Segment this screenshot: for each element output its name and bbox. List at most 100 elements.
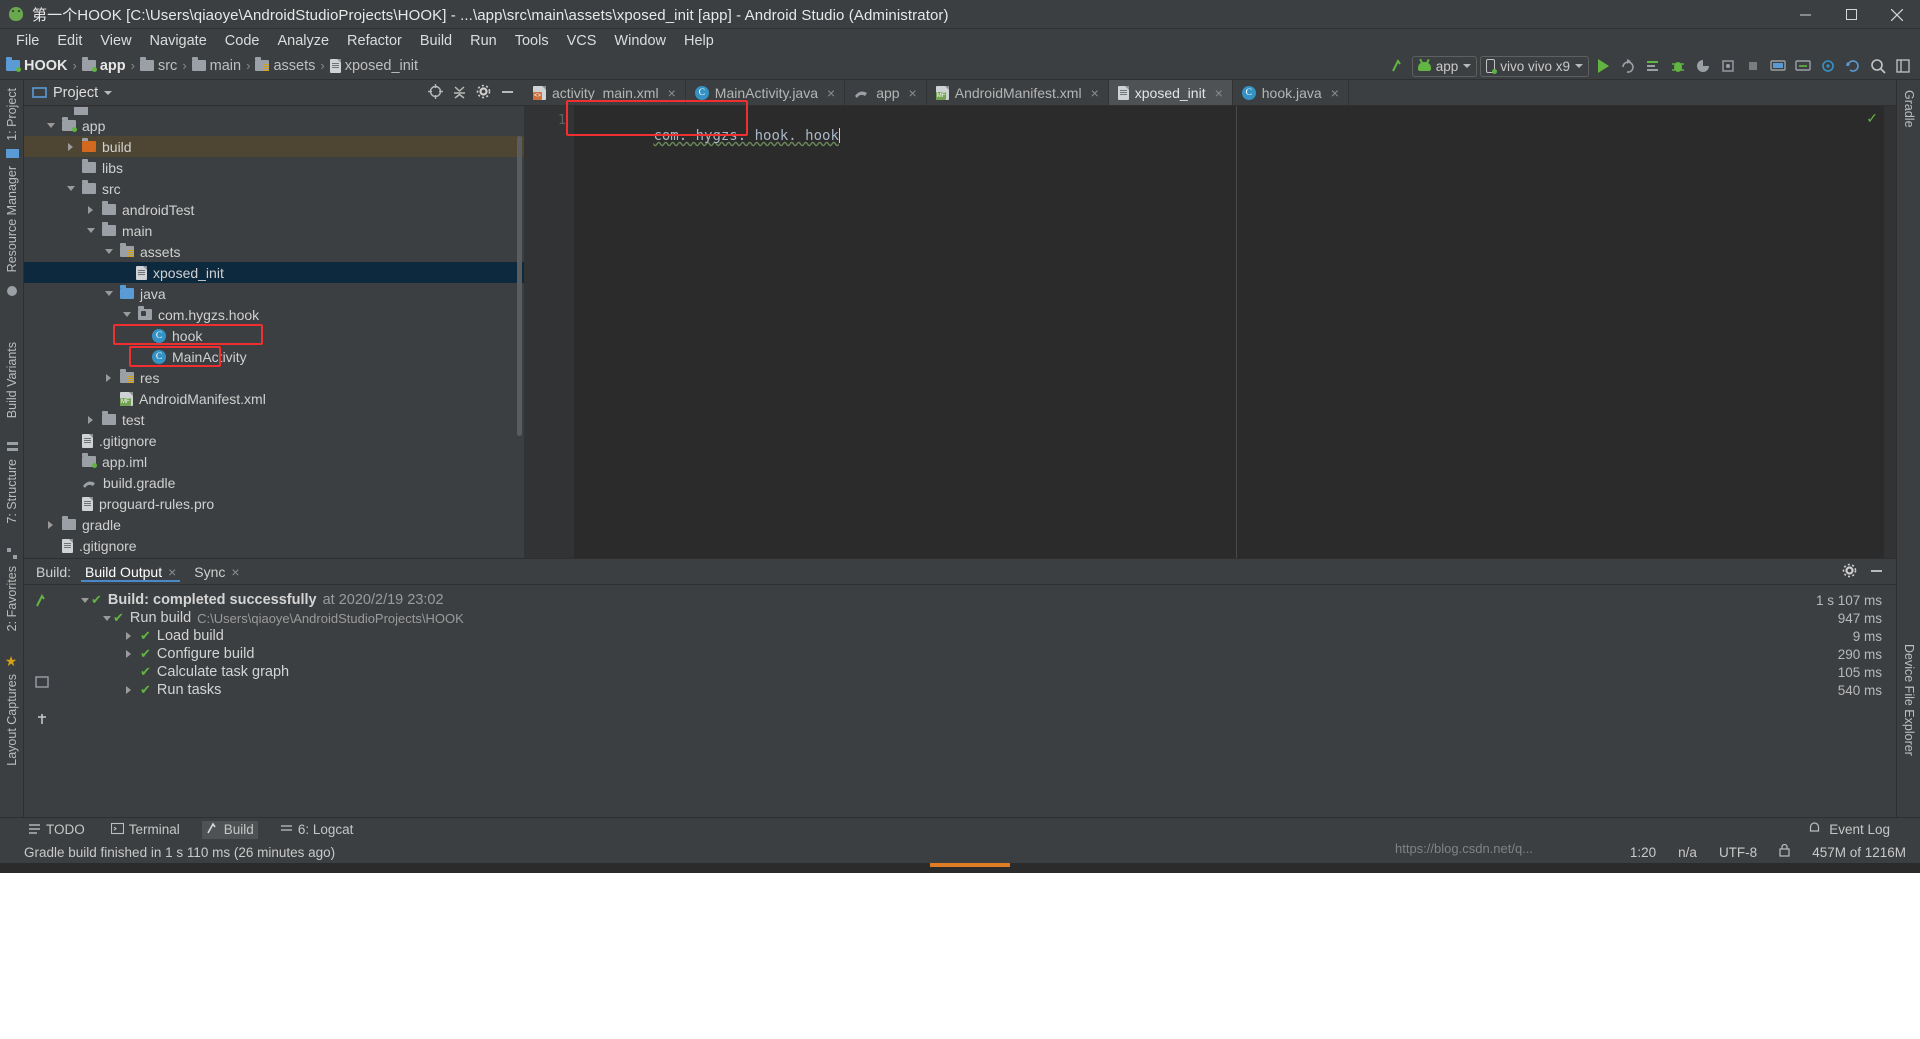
make-project-icon[interactable] — [1387, 55, 1409, 77]
tree-row-build-gradle[interactable]: build.gradle — [24, 472, 524, 493]
tool-layout-captures[interactable]: Layout Captures — [0, 670, 24, 770]
close-icon[interactable]: × — [1091, 85, 1099, 101]
tab-mainactivity-java[interactable]: C MainActivity.java × — [686, 80, 846, 105]
chevron-down-icon[interactable] — [64, 182, 77, 195]
chevron-right-icon[interactable] — [102, 371, 115, 384]
restart-icon[interactable] — [34, 674, 50, 695]
project-tree-scrollbar[interactable] — [517, 136, 522, 436]
build-tab-sync[interactable]: Sync × — [190, 562, 243, 582]
tree-row-app-iml[interactable]: app.iml — [24, 451, 524, 472]
maximize-button[interactable] — [1828, 0, 1874, 29]
editor-vertical-divider[interactable] — [1236, 106, 1237, 558]
tool-device-file-explorer[interactable]: Device File Explorer — [1897, 640, 1920, 760]
tree-row-com-hygzs-hook[interactable]: com.hygzs.hook — [24, 304, 524, 325]
editor-markup-bar[interactable] — [1884, 106, 1896, 558]
tree-row-main[interactable]: main — [24, 220, 524, 241]
run-configuration-selector[interactable]: app — [1411, 55, 1478, 77]
build-icon[interactable] — [34, 593, 50, 614]
menu-vcs[interactable]: VCS — [558, 31, 606, 51]
chevron-down-icon[interactable] — [84, 224, 97, 237]
caret-position[interactable]: 1:20 — [1630, 845, 1656, 860]
tab-hook-java[interactable]: C hook.java × — [1233, 80, 1349, 105]
breadcrumb-assets[interactable]: assets — [273, 58, 315, 74]
lock-icon[interactable] — [1779, 843, 1790, 860]
close-icon[interactable]: × — [909, 85, 917, 101]
breadcrumb-hook[interactable]: HOOK — [24, 58, 68, 74]
inspection-status-icon[interactable]: ✓ — [1866, 110, 1878, 127]
close-icon[interactable]: × — [1215, 85, 1223, 101]
stop-icon[interactable] — [1742, 55, 1764, 77]
tree-row-gitignore-app[interactable]: .gitignore — [24, 430, 524, 451]
collapse-all-icon[interactable] — [452, 84, 467, 102]
apply-code-changes-icon[interactable] — [1642, 55, 1664, 77]
tab-androidmanifest-xml[interactable]: MF AndroidManifest.xml × — [927, 80, 1109, 105]
tree-row-res[interactable]: res — [24, 367, 524, 388]
event-log-label[interactable]: Event Log — [1829, 822, 1890, 837]
chevron-down-icon[interactable] — [100, 612, 113, 625]
layout-inspector-icon[interactable] — [1817, 55, 1839, 77]
tool-gradle[interactable]: Gradle — [1897, 86, 1920, 132]
tree-row-mainactivity[interactable]: C MainActivity — [24, 346, 524, 367]
tab-app-gradle[interactable]: app × — [845, 80, 927, 105]
breadcrumb-app[interactable]: app — [100, 58, 126, 74]
chevron-right-icon[interactable] — [122, 684, 135, 697]
tab-activity-main-xml[interactable]: <> activity_main.xml × — [524, 80, 686, 105]
tree-row-build[interactable]: build — [24, 136, 524, 157]
chevron-right-icon[interactable] — [84, 203, 97, 216]
build-row-run-build[interactable]: ✔ Run build C:\Users\qiaoye\AndroidStudi… — [60, 609, 1896, 627]
tree-row-androidmanifest[interactable]: MF AndroidManifest.xml — [24, 388, 524, 409]
close-icon[interactable]: × — [168, 564, 176, 580]
chevron-down-icon[interactable] — [78, 594, 91, 607]
chevron-right-icon[interactable] — [84, 413, 97, 426]
tree-row-hook[interactable]: C hook — [24, 325, 524, 346]
bottom-item-build[interactable]: Build — [201, 820, 258, 839]
project-structure-icon[interactable] — [1892, 55, 1914, 77]
close-icon[interactable]: × — [827, 85, 835, 101]
hide-icon[interactable] — [500, 84, 515, 102]
menu-view[interactable]: View — [91, 31, 140, 51]
sdk-manager-icon[interactable] — [1792, 55, 1814, 77]
tree-row-libs[interactable]: libs — [24, 157, 524, 178]
line-separator[interactable]: n/a — [1678, 845, 1697, 860]
menu-navigate[interactable]: Navigate — [141, 31, 216, 51]
tree-row-src[interactable]: src — [24, 178, 524, 199]
tab-xposed-init[interactable]: xposed_init × — [1108, 80, 1233, 105]
menu-edit[interactable]: Edit — [48, 31, 91, 51]
chevron-down-icon[interactable] — [102, 287, 115, 300]
tree-row-proguard-rules[interactable]: proguard-rules.pro — [24, 493, 524, 514]
build-tab-build-output[interactable]: Build Output × — [81, 562, 180, 582]
project-tree[interactable]: app build libs src androidTest main asse… — [24, 106, 524, 558]
chevron-right-icon[interactable] — [122, 630, 135, 643]
chevron-down-icon[interactable] — [120, 308, 133, 321]
attach-debugger-icon[interactable] — [1717, 55, 1739, 77]
tool-build-variants[interactable]: Build Variants — [0, 338, 24, 422]
menu-tools[interactable]: Tools — [506, 31, 558, 51]
debug-icon[interactable] — [1667, 55, 1689, 77]
chevron-down-icon[interactable] — [102, 245, 115, 258]
menu-file[interactable]: File — [7, 31, 48, 51]
bottom-item-todo[interactable]: TODO — [24, 821, 89, 839]
tree-row-xposed-init[interactable]: xposed_init — [24, 262, 524, 283]
build-row-configure-build[interactable]: ✔ Configure build 290 ms — [60, 645, 1896, 663]
memory-indicator[interactable]: 457M of 1216M — [1812, 845, 1906, 860]
menu-code[interactable]: Code — [216, 31, 269, 51]
run-icon[interactable] — [1592, 55, 1614, 77]
bottom-item-logcat[interactable]: 6: Logcat — [276, 821, 358, 839]
file-encoding[interactable]: UTF-8 — [1719, 845, 1757, 860]
build-row-summary[interactable]: ✔ Build: completed successfully at 2020/… — [60, 591, 1896, 609]
menu-window[interactable]: Window — [605, 31, 675, 51]
menu-analyze[interactable]: Analyze — [268, 31, 338, 51]
close-icon[interactable]: × — [231, 564, 239, 580]
menu-refactor[interactable]: Refactor — [338, 31, 411, 51]
tool-structure[interactable]: 7: Structure — [0, 455, 24, 528]
menu-build[interactable]: Build — [411, 31, 461, 51]
tree-row-assets[interactable]: assets — [24, 241, 524, 262]
tree-row-androidtest[interactable]: androidTest — [24, 199, 524, 220]
build-row-run-tasks[interactable]: ✔ Run tasks 540 ms — [60, 681, 1896, 699]
menu-help[interactable]: Help — [675, 31, 723, 51]
breadcrumb-src[interactable]: src — [158, 58, 177, 74]
sync-gradle-icon[interactable] — [1842, 55, 1864, 77]
breadcrumb-xposed-init[interactable]: xposed_init — [345, 58, 418, 74]
build-output-tree[interactable]: ✔ Build: completed successfully at 2020/… — [60, 585, 1896, 817]
tree-row-test[interactable]: test — [24, 409, 524, 430]
